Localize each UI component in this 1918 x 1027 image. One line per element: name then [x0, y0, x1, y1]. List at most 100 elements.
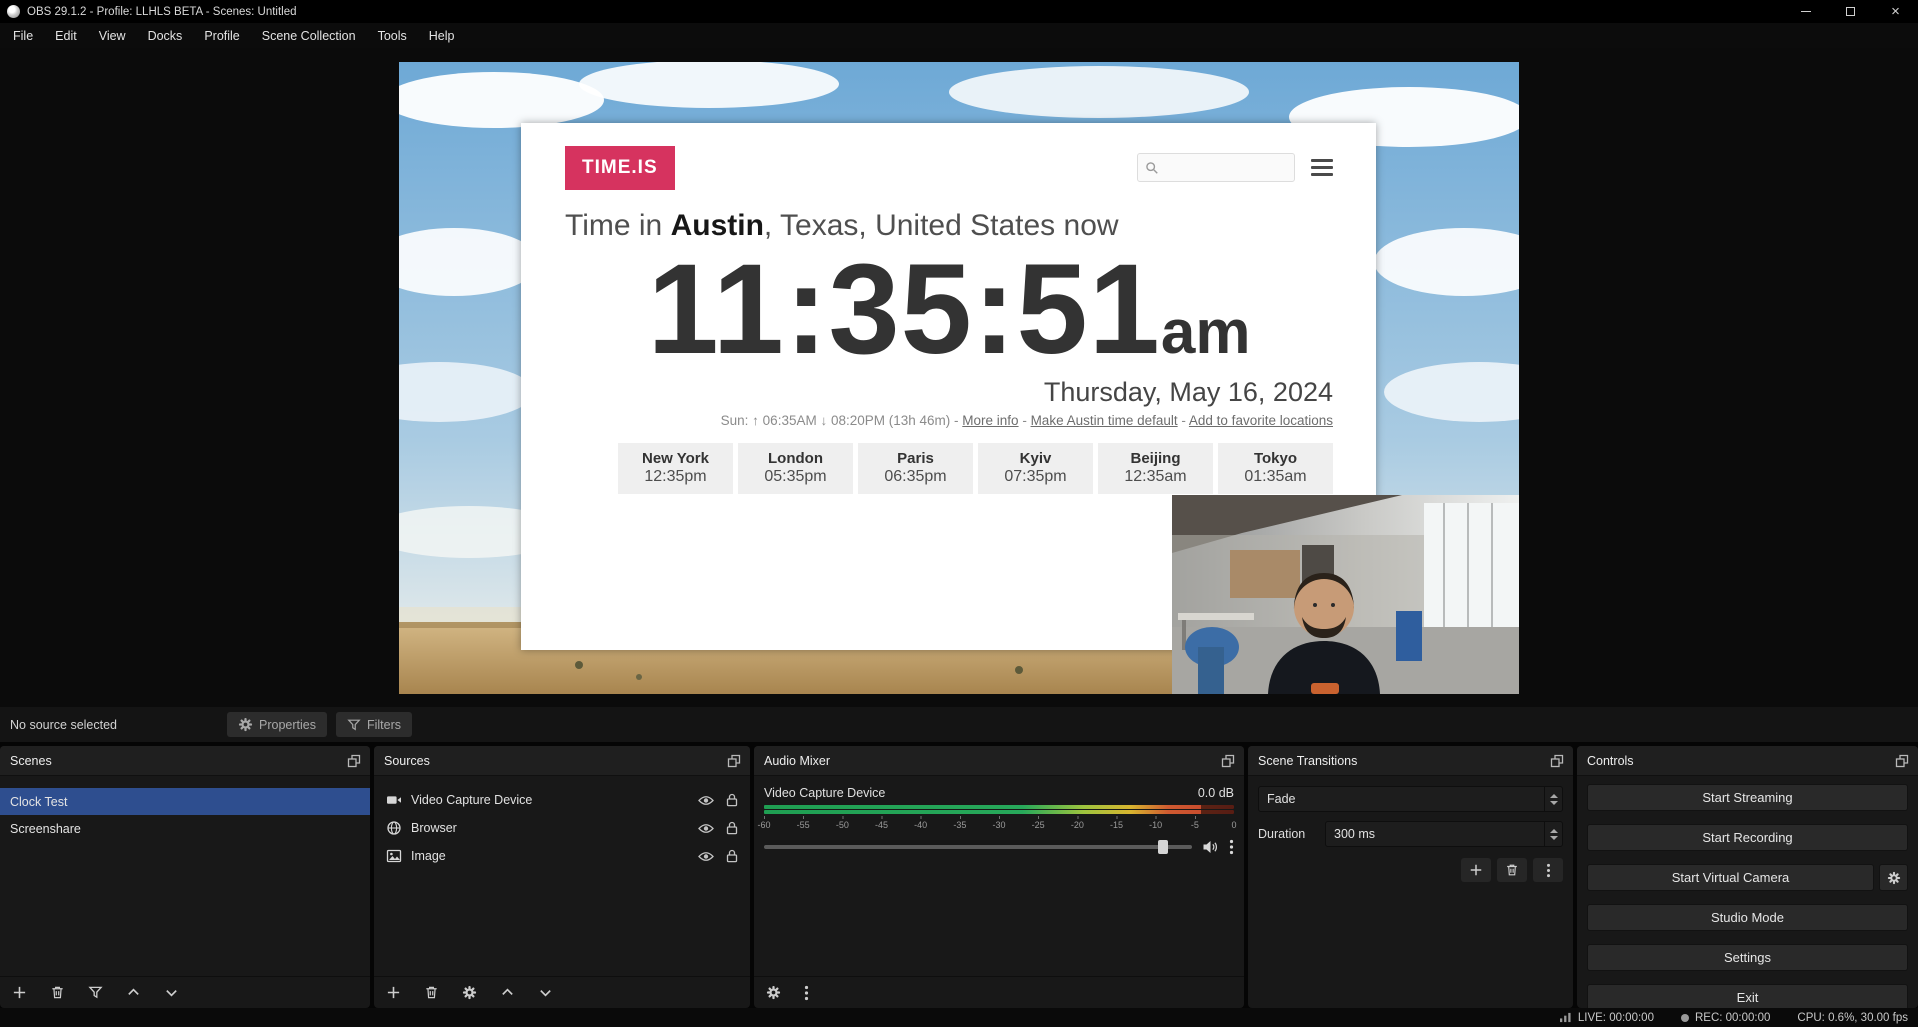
- move-source-down-button[interactable]: [538, 985, 553, 1000]
- remove-scene-button[interactable]: [50, 985, 65, 1000]
- program-canvas[interactable]: TIME.IS Time in Austin, Texas, Unite: [399, 62, 1519, 694]
- chevron-up-icon: [126, 985, 141, 1000]
- remove-source-button[interactable]: [424, 985, 439, 1000]
- controls-dock: Controls Start Streaming Start Recording…: [1577, 746, 1918, 1008]
- move-scene-up-button[interactable]: [126, 985, 141, 1000]
- more-info-link[interactable]: More info: [962, 413, 1018, 428]
- scene-item-screenshare[interactable]: Screenshare: [0, 815, 370, 842]
- gear-icon: [766, 985, 781, 1000]
- start-virtual-camera-button[interactable]: Start Virtual Camera: [1587, 864, 1874, 891]
- timeis-logo[interactable]: TIME.IS: [565, 146, 675, 190]
- maximize-button[interactable]: [1828, 0, 1873, 23]
- make-default-link[interactable]: Make Austin time default: [1031, 413, 1178, 428]
- visibility-eye-icon[interactable]: [698, 794, 714, 807]
- start-recording-button[interactable]: Start Recording: [1587, 824, 1908, 851]
- source-item-video-capture[interactable]: Video Capture Device: [374, 786, 750, 814]
- audio-mixer-header[interactable]: Audio Mixer: [754, 746, 1244, 776]
- scenes-dock: Scenes Clock Test Screenshare: [0, 746, 370, 1008]
- sources-toolbar: [374, 976, 750, 1008]
- scene-item-clock-test[interactable]: Clock Test: [0, 788, 370, 815]
- city-card[interactable]: London05:35pm: [738, 443, 853, 494]
- audio-mixer-dock: Audio Mixer Video Capture Device 0.0 dB …: [754, 746, 1244, 1008]
- mixer-menu-button[interactable]: [804, 985, 809, 1001]
- visibility-eye-icon[interactable]: [698, 822, 714, 835]
- scene-list: Clock Test Screenshare: [0, 776, 370, 842]
- advanced-audio-button[interactable]: [766, 985, 781, 1000]
- controls-header[interactable]: Controls: [1577, 746, 1918, 776]
- menu-profile[interactable]: Profile: [193, 23, 250, 48]
- menu-file[interactable]: File: [2, 23, 44, 48]
- popout-icon[interactable]: [727, 754, 741, 768]
- scene-transitions-header[interactable]: Scene Transitions: [1248, 746, 1573, 776]
- close-button[interactable]: ×: [1873, 0, 1918, 23]
- properties-button[interactable]: Properties: [227, 712, 327, 737]
- add-favorite-link[interactable]: Add to favorite locations: [1189, 413, 1333, 428]
- lock-icon[interactable]: [726, 821, 738, 835]
- source-properties-button[interactable]: [462, 985, 477, 1000]
- popout-icon[interactable]: [347, 754, 361, 768]
- sources-dock: Sources Video Capture Device: [374, 746, 750, 1008]
- popout-icon[interactable]: [1550, 754, 1564, 768]
- search-input[interactable]: [1137, 153, 1295, 182]
- current-time: 11:35:51am: [565, 245, 1333, 376]
- maximize-icon: [1846, 7, 1855, 16]
- webcam-feed: [1172, 495, 1519, 694]
- source-item-browser[interactable]: Browser: [374, 814, 750, 842]
- meter-ticks: [764, 816, 1234, 819]
- remove-transition-button[interactable]: [1497, 858, 1527, 882]
- menu-tools[interactable]: Tools: [367, 23, 418, 48]
- city-card[interactable]: Kyiv07:35pm: [978, 443, 1093, 494]
- channel-name: Video Capture Device: [764, 786, 885, 800]
- studio-mode-button[interactable]: Studio Mode: [1587, 904, 1908, 931]
- visibility-eye-icon[interactable]: [698, 850, 714, 863]
- world-clock-row: New York12:35pm London05:35pm Paris06:35…: [565, 443, 1333, 494]
- move-source-up-button[interactable]: [500, 985, 515, 1000]
- transition-select[interactable]: Fade: [1258, 786, 1563, 812]
- exit-button[interactable]: Exit: [1587, 984, 1908, 1008]
- system-stats: CPU: 0.6%, 30.00 fps: [1797, 1012, 1908, 1024]
- video-camera-icon: [386, 792, 402, 808]
- menu-help[interactable]: Help: [418, 23, 466, 48]
- minimize-button[interactable]: [1783, 0, 1828, 23]
- duration-input[interactable]: 300 ms: [1325, 821, 1563, 847]
- sources-header[interactable]: Sources: [374, 746, 750, 776]
- recording-status: REC: 00:00:00: [1681, 1012, 1770, 1024]
- transition-menu-button[interactable]: [1533, 858, 1563, 882]
- move-scene-down-button[interactable]: [164, 985, 179, 1000]
- menu-edit[interactable]: Edit: [44, 23, 88, 48]
- volume-slider[interactable]: [764, 845, 1192, 849]
- popout-icon[interactable]: [1895, 754, 1909, 768]
- sun-info: Sun: ↑ 06:35AM ↓ 08:20PM (13h 46m) - Mor…: [565, 413, 1333, 428]
- lock-icon[interactable]: [726, 849, 738, 863]
- lock-icon[interactable]: [726, 793, 738, 807]
- kebab-menu-icon[interactable]: [1229, 839, 1234, 855]
- add-transition-button[interactable]: [1461, 858, 1491, 882]
- trash-icon: [1505, 863, 1519, 877]
- scene-filters-button[interactable]: [88, 985, 103, 1000]
- settings-button[interactable]: Settings: [1587, 944, 1908, 971]
- spinner-arrows-icon[interactable]: [1544, 822, 1562, 846]
- kebab-menu-icon: [1546, 863, 1551, 878]
- menu-scene-collection[interactable]: Scene Collection: [251, 23, 367, 48]
- speaker-icon[interactable]: [1202, 840, 1219, 854]
- filters-button[interactable]: Filters: [336, 712, 412, 737]
- city-card[interactable]: Beijing12:35am: [1098, 443, 1213, 494]
- add-source-button[interactable]: [386, 985, 401, 1000]
- city-card[interactable]: Paris06:35pm: [858, 443, 973, 494]
- start-streaming-button[interactable]: Start Streaming: [1587, 784, 1908, 811]
- combo-arrows-icon[interactable]: [1544, 787, 1562, 811]
- webcam-overlay: [1172, 495, 1519, 694]
- menu-view[interactable]: View: [88, 23, 137, 48]
- add-scene-button[interactable]: [12, 985, 27, 1000]
- source-item-image[interactable]: Image: [374, 842, 750, 870]
- city-card[interactable]: New York12:35pm: [618, 443, 733, 494]
- virtual-camera-settings-button[interactable]: [1879, 864, 1908, 891]
- popout-icon[interactable]: [1221, 754, 1235, 768]
- city-card[interactable]: Tokyo01:35am: [1218, 443, 1333, 494]
- scene-transitions-dock: Scene Transitions Fade Duration 300 ms: [1248, 746, 1573, 1008]
- volume-slider-handle[interactable]: [1158, 840, 1168, 854]
- hamburger-menu-icon[interactable]: [1311, 159, 1333, 176]
- gear-icon: [238, 717, 253, 732]
- menu-docks[interactable]: Docks: [137, 23, 194, 48]
- scenes-header[interactable]: Scenes: [0, 746, 370, 776]
